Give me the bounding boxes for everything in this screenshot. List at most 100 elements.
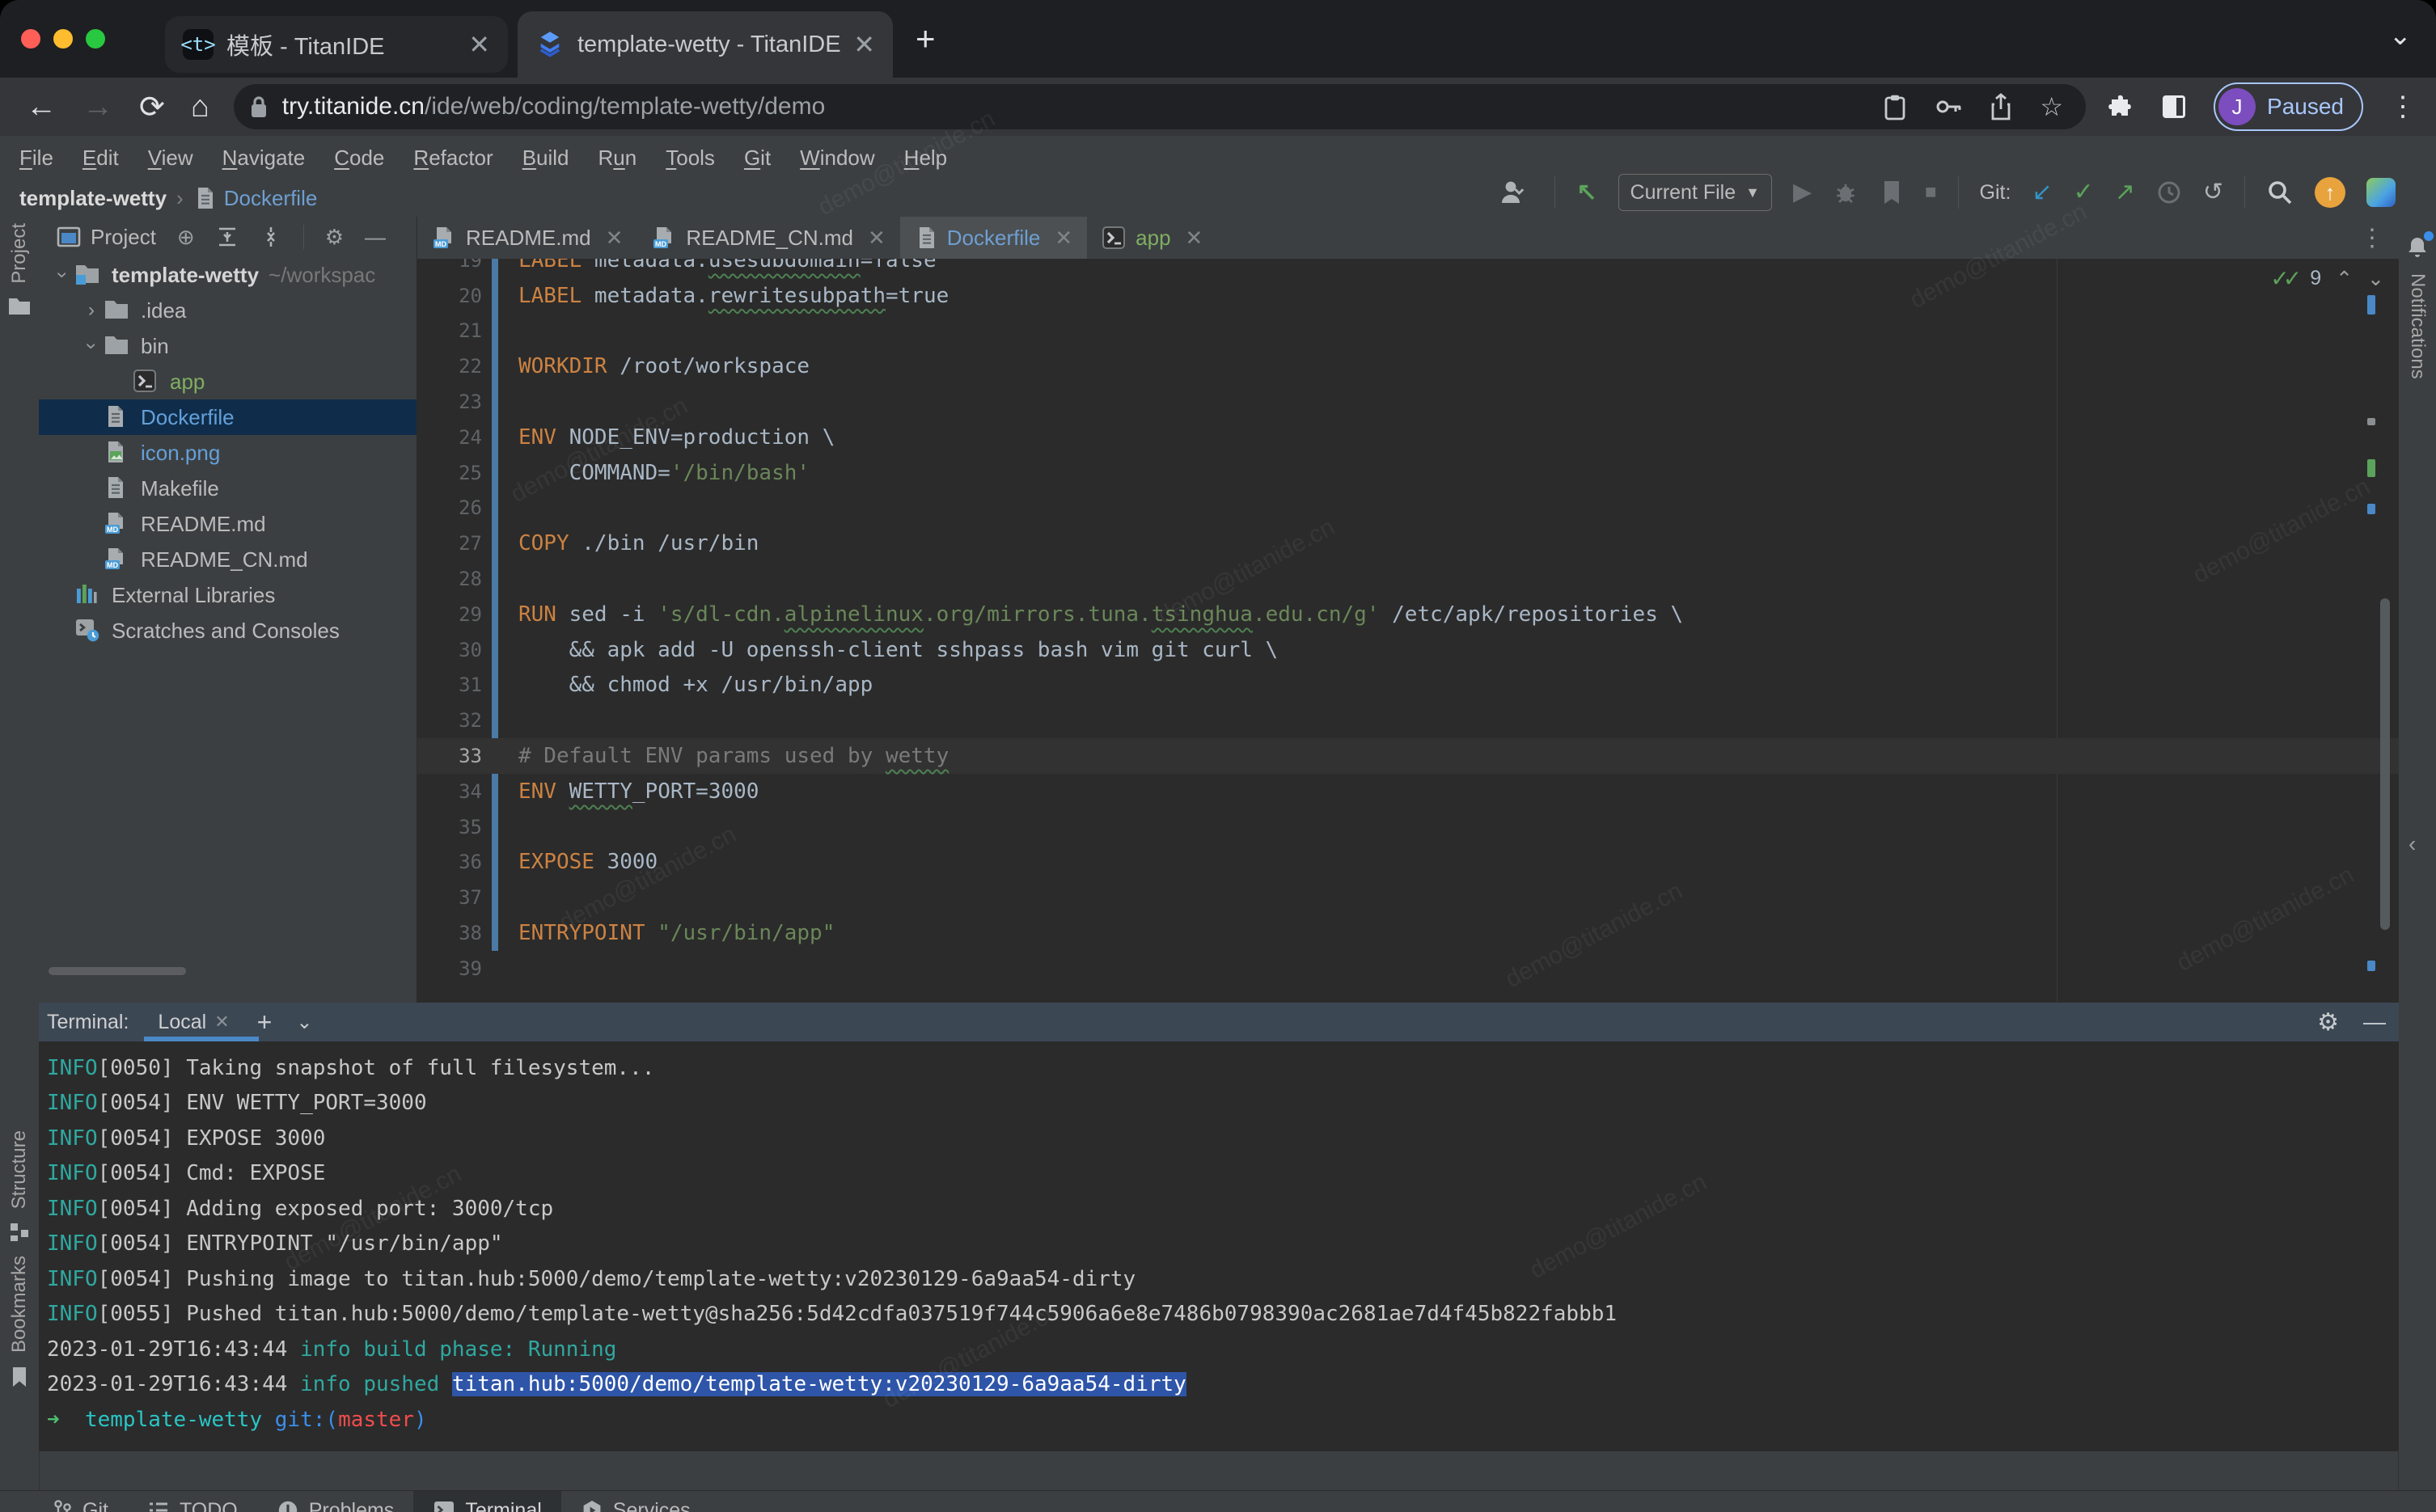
close-tab-icon[interactable]: ✕ <box>1186 226 1203 251</box>
menu-help[interactable]: Help <box>904 146 947 171</box>
code-line-38[interactable]: 38ENTRYPOINT "/usr/bin/app" <box>417 915 2399 951</box>
code-line-39[interactable]: 39 <box>417 951 2399 986</box>
address-bar[interactable]: try.titanide.cn/ide/web/coding/template-… <box>234 84 2086 129</box>
profile-paused-badge[interactable]: J Paused <box>2214 82 2363 131</box>
code-line-29[interactable]: 29RUN sed -i 's/dl-cdn.alpinelinux.org/m… <box>417 597 2399 632</box>
breadcrumb-project[interactable]: template-wetty <box>19 186 167 211</box>
code-line-26[interactable]: 26 <box>417 491 2399 526</box>
code-line-28[interactable]: 28 <box>417 561 2399 597</box>
fullscreen-window-button[interactable] <box>86 29 105 49</box>
tree-item-readme-md[interactable]: MDREADME.md <box>39 506 417 542</box>
key-icon[interactable] <box>1935 96 1962 117</box>
code-line-23[interactable]: 23 <box>417 384 2399 420</box>
git-push-icon[interactable]: ↗ <box>2115 180 2135 205</box>
code-line-34[interactable]: 34ENV WETTY_PORT=3000 <box>417 774 2399 809</box>
horizontal-scrollbar[interactable] <box>49 967 186 975</box>
hide-panel-icon[interactable]: — <box>365 225 386 250</box>
collapse-stripe-icon[interactable]: ‹ <box>2409 831 2416 857</box>
upgrade-icon[interactable]: ↑ <box>2315 177 2345 208</box>
bookmarks-stripe-button[interactable]: Bookmarks <box>8 1256 31 1353</box>
run-configuration-select[interactable]: Current File▼ <box>1618 174 1772 211</box>
menu-refactor[interactable]: Refactor <box>413 146 493 171</box>
close-terminal-tab-icon[interactable]: ✕ <box>214 1012 229 1033</box>
tool-window-button-problems[interactable]: Problems <box>257 1491 414 1512</box>
bookmark-star-icon[interactable]: ☆ <box>2040 91 2063 122</box>
code-line-32[interactable]: 32 <box>417 703 2399 738</box>
close-tab-icon[interactable]: ✕ <box>868 226 886 251</box>
editor-tab-app[interactable]: app✕ <box>1087 217 1217 259</box>
tab-search-chevron-icon[interactable]: ⌄ <box>2389 19 2413 52</box>
menu-file[interactable]: File <box>19 146 53 171</box>
reload-icon[interactable]: ⟳ <box>139 89 165 125</box>
titanide-logo-icon[interactable] <box>2366 178 2396 207</box>
tree-item-readme-cn-md[interactable]: MDREADME_CN.md <box>39 542 417 577</box>
extensions-puzzle-icon[interactable] <box>2107 93 2134 120</box>
history-clock-icon[interactable] <box>2156 179 2182 205</box>
browser-menu-icon[interactable]: ⋮ <box>2389 91 2417 123</box>
tree-item-template-wetty[interactable]: ›template-wetty~/workspac <box>39 257 417 293</box>
code-line-30[interactable]: 30 && apk add -U openssh-client sshpass … <box>417 632 2399 668</box>
notifications-stripe-button[interactable]: Notifications <box>2406 273 2429 379</box>
git-update-icon[interactable]: ↙ <box>2032 180 2052 205</box>
user-dropdown-icon[interactable] <box>1498 179 1533 206</box>
code-line-35[interactable]: 35 <box>417 809 2399 845</box>
close-tab-icon[interactable]: ✕ <box>853 29 875 60</box>
side-panel-icon[interactable] <box>2160 93 2188 120</box>
tree-item-icon-png[interactable]: icon.png <box>39 435 417 471</box>
tree-chevron-icon[interactable]: › <box>80 334 103 358</box>
editor-tab-readme-cn-md[interactable]: MDREADME_CN.md✕ <box>637 217 899 259</box>
forward-icon[interactable]: → <box>82 90 113 125</box>
browser-tab-active[interactable]: template-wetty - TitanIDE ✕ <box>518 11 893 78</box>
run-icon[interactable]: ▶ <box>1793 180 1812 205</box>
inspections-widget[interactable]: ✓✓ 9 ⌃ ⌄ <box>2270 265 2384 292</box>
lock-icon[interactable] <box>248 95 269 119</box>
code-line-36[interactable]: 36EXPOSE 3000 <box>417 845 2399 881</box>
menu-navigate[interactable]: Navigate <box>222 146 306 171</box>
terminal-dropdown-icon[interactable]: ⌄ <box>296 1011 312 1034</box>
tree-chevron-icon[interactable]: › <box>51 263 74 287</box>
tool-window-button-git[interactable]: Git <box>32 1491 128 1512</box>
hide-terminal-icon[interactable]: — <box>2363 1009 2386 1035</box>
collapse-all-icon[interactable] <box>260 226 282 248</box>
home-icon[interactable]: ⌂ <box>191 90 209 125</box>
code-line-19[interactable]: 19LABEL metadata.usesubdomain=false <box>417 259 2399 278</box>
menu-build[interactable]: Build <box>522 146 569 171</box>
editor[interactable]: 19LABEL metadata.usesubdomain=false20LAB… <box>417 259 2399 1003</box>
tool-window-button-terminal[interactable]: Terminal <box>413 1491 560 1512</box>
menu-tools[interactable]: Tools <box>666 146 715 171</box>
notifications-bell-icon[interactable] <box>2404 234 2430 260</box>
terminal-output[interactable]: INFO[0050] Taking snapshot of full files… <box>39 1042 2399 1438</box>
menu-run[interactable]: Run <box>598 146 637 171</box>
code-line-21[interactable]: 21 <box>417 314 2399 349</box>
settings-gear-icon[interactable]: ⚙ <box>325 225 344 250</box>
rollback-icon[interactable]: ↺ <box>2203 180 2223 205</box>
project-stripe-button[interactable]: Project <box>8 223 31 284</box>
code-line-25[interactable]: 25 COMMAND='/bin/bash' <box>417 455 2399 491</box>
tree-chevron-icon[interactable]: › <box>79 299 104 322</box>
terminal-tab-local[interactable]: Local <box>158 1011 206 1034</box>
clipboard-icon[interactable] <box>1883 93 1907 120</box>
editor-scrollbar[interactable] <box>2380 598 2390 930</box>
tree-item--idea[interactable]: ›.idea <box>39 293 417 328</box>
code-line-31[interactable]: 31 && chmod +x /usr/bin/app <box>417 668 2399 703</box>
code-line-24[interactable]: 24ENV NODE_ENV=production \ <box>417 420 2399 455</box>
tree-item-app[interactable]: app <box>39 364 417 399</box>
browser-tab-inactive[interactable]: <t> 模板 - TitanIDE ✕ <box>165 16 508 73</box>
tree-item-scratches-and-consoles[interactable]: Scratches and Consoles <box>39 613 417 648</box>
project-panel-title[interactable]: Project <box>57 225 156 250</box>
menu-window[interactable]: Window <box>800 146 874 171</box>
breadcrumb-file[interactable]: Dockerfile <box>224 186 318 211</box>
tab-list-menu-icon[interactable]: ⋮ <box>2345 224 2399 252</box>
debug-icon[interactable] <box>1833 179 1859 205</box>
editor-tab-dockerfile[interactable]: Dockerfile✕ <box>900 217 1087 259</box>
new-terminal-icon[interactable]: + <box>257 1007 273 1037</box>
locate-icon[interactable]: ⊕ <box>177 225 195 250</box>
menu-code[interactable]: Code <box>334 146 384 171</box>
tool-window-button-services[interactable]: Services <box>561 1491 710 1512</box>
share-icon[interactable] <box>1990 93 2012 120</box>
code-line-27[interactable]: 27COPY ./bin /usr/bin <box>417 526 2399 561</box>
new-tab-button[interactable]: + <box>916 19 936 58</box>
terminal-settings-gear-icon[interactable]: ⚙ <box>2317 1008 2339 1037</box>
tree-item-external-libraries[interactable]: External Libraries <box>39 577 417 613</box>
git-commit-icon[interactable]: ✓ <box>2074 180 2094 205</box>
